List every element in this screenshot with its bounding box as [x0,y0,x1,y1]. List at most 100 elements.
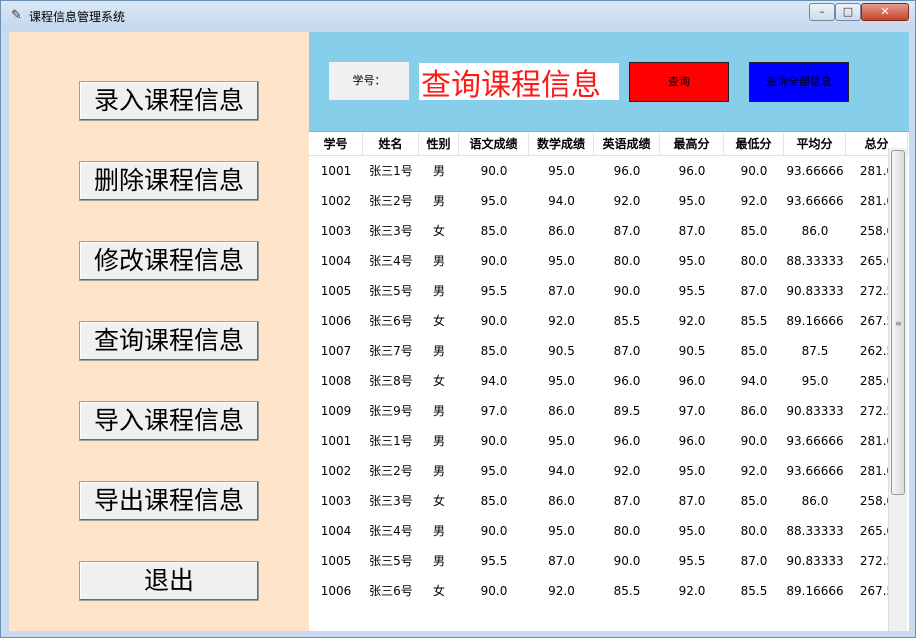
table-cell: 张三9号 [369,404,413,418]
table-row[interactable]: 1001 张三1号男 90.0 95.0 96.0 96.0 90.0 93.66666 281… [309,426,896,456]
query-all-button[interactable]: 查询全部信息 [749,62,849,102]
table-row[interactable]: 1004 张三4号男 90.0 95.0 80.0 95.0 80.0 88.33333 265… [309,516,896,546]
table-cell: 85.5 [740,584,768,598]
table-row[interactable]: 1005 张三5号男 95.5 87.0 90.0 95.5 87.0 90.83333 272… [309,546,896,576]
table-cell: 1009 [320,404,352,418]
delete-course-button[interactable]: 删除课程信息 [79,161,259,201]
table-cell: 92.0 [613,464,641,478]
table-cell: 1003 [320,494,352,508]
vertical-scrollbar[interactable]: ≡ [888,148,907,631]
column-header[interactable]: 学号 [309,132,363,156]
table-cell: 张三2号 [369,194,413,208]
table-cell: 95.0 [801,374,829,388]
table-cell: 97.0 [678,404,706,418]
table-cell: 85.0 [740,224,768,238]
column-header[interactable]: 姓名 [363,132,419,156]
table-cell: 女 [432,224,445,238]
table-row[interactable]: 1009 张三9号男 97.0 86.0 89.5 97.0 86.0 90.83333 272… [309,396,896,426]
table-cell: 95.0 [548,434,575,448]
column-header[interactable]: 语文成绩 [459,132,529,156]
table-cell: 96.0 [678,374,706,388]
table-cell: 93.66666 [786,464,844,478]
table-cell: 95.5 [678,284,706,298]
table-cell: 95.0 [548,374,575,388]
table-cell: 87.0 [740,554,768,568]
table-row[interactable]: 1006 张三6号女 90.0 92.0 85.5 92.0 85.5 89.16666 267… [309,576,896,606]
table-cell: 80.0 [613,524,641,538]
table-cell: 89.16666 [786,314,844,328]
table-cell: 90.0 [613,284,641,298]
table-cell: 张三3号 [369,224,413,238]
table-row[interactable]: 1003 张三3号女 85.0 86.0 87.0 87.0 85.0 86.0 258.0 [309,486,896,516]
course-table: 学号 姓名 性别 语文成绩 数学成绩 英语成绩 最高分 最低分 平均分 总分 1001 张三1号男 9… [309,131,909,631]
scrollbar-thumb[interactable]: ≡ [891,150,905,495]
table-cell: 男 [432,194,445,208]
add-course-button[interactable]: 录入课程信息 [79,81,259,121]
table-row[interactable]: 1007 张三7号男 85.0 90.5 87.0 90.5 85.0 87.5 262.5 [309,336,896,366]
table-cell: 90.83333 [786,554,844,568]
query-course-button[interactable]: 查询课程信息 [79,321,259,361]
table-cell: 1001 [320,434,352,448]
table-row[interactable]: 1002 张三2号男 95.0 94.0 92.0 95.0 92.0 93.66666 281… [309,456,896,486]
table-cell: 94.0 [480,374,508,388]
table-cell: 89.5 [613,404,641,418]
table-row[interactable]: 1001 张三1号男 90.0 95.0 96.0 96.0 90.0 93.66666 281… [309,156,896,186]
student-id-input[interactable] [419,63,619,100]
table-cell: 男 [432,434,445,448]
table-row[interactable]: 1005 张三5号男 95.5 87.0 90.0 95.5 87.0 90.83333 272… [309,276,896,306]
table-cell: 95.0 [678,464,706,478]
column-header[interactable]: 最高分 [660,132,724,156]
table-cell: 1003 [320,224,352,238]
table-cell: 87.0 [740,284,768,298]
table-cell: 张三4号 [369,254,413,268]
table-cell: 95.0 [678,194,706,208]
table-cell: 86.0 [801,494,829,508]
column-header[interactable]: 数学成绩 [529,132,594,156]
table-cell: 90.0 [480,314,508,328]
table-cell: 95.0 [678,524,706,538]
table-cell: 96.0 [613,164,641,178]
column-header[interactable]: 英语成绩 [594,132,660,156]
import-course-button[interactable]: 导入课程信息 [79,401,259,441]
table-cell: 90.0 [480,584,508,598]
exit-button[interactable]: 退出 [79,561,259,601]
table-cell: 1006 [320,584,352,598]
table-row[interactable]: 1004 张三4号男 90.0 95.0 80.0 95.0 80.0 88.33333 265… [309,246,896,276]
menu-panel: 录入课程信息 删除课程信息 修改课程信息 查询课程信息 导入课程信息 导出课程信… [9,32,309,631]
column-header[interactable]: 性别 [419,132,459,156]
column-header[interactable]: 平均分 [784,132,846,156]
column-header[interactable]: 最低分 [724,132,784,156]
table-cell: 80.0 [740,524,768,538]
table-cell: 92.0 [678,584,706,598]
table-cell: 90.83333 [786,404,844,418]
table-cell: 张三8号 [369,374,413,388]
table-cell: 92.0 [613,194,641,208]
window-title: 课程信息管理系统 [29,10,126,24]
table-cell: 86.0 [740,404,768,418]
app-window: ✎ 课程信息管理系统 – □ ✕ 录入课程信息 删除课程信息 修改课程信息 查询… [0,0,916,638]
table-cell: 92.0 [740,464,768,478]
minimize-button[interactable]: – [809,3,835,21]
table-cell: 1004 [320,254,352,268]
maximize-button[interactable]: □ [835,3,861,21]
table-cell: 80.0 [740,254,768,268]
table-row[interactable]: 1008 张三8号女 94.0 95.0 96.0 96.0 94.0 95.0 285.0 [309,366,896,396]
table-row[interactable]: 1003 张三3号女 85.0 86.0 87.0 87.0 85.0 86.0 258.0 [309,216,896,246]
table-cell: 93.66666 [786,194,844,208]
table-row[interactable]: 1006 张三6号女 90.0 92.0 85.5 92.0 85.5 89.16666 267… [309,306,896,336]
table-cell: 86.0 [548,224,575,238]
close-button[interactable]: ✕ [861,3,909,21]
table-cell: 92.0 [740,194,768,208]
query-button[interactable]: 查询 [629,62,729,102]
table-cell: 87.0 [613,494,641,508]
table-cell: 86.0 [548,404,575,418]
title-bar[interactable]: ✎ 课程信息管理系统 – □ ✕ [1,1,915,31]
table-row[interactable]: 1002 张三2号男 95.0 94.0 92.0 95.0 92.0 93.66666 281… [309,186,896,216]
table-cell: 94.0 [548,464,575,478]
table-cell: 87.5 [801,344,829,358]
table-cell: 1004 [320,524,352,538]
table-cell: 女 [432,494,445,508]
export-course-button[interactable]: 导出课程信息 [79,481,259,521]
table-cell: 87.0 [548,284,575,298]
edit-course-button[interactable]: 修改课程信息 [79,241,259,281]
